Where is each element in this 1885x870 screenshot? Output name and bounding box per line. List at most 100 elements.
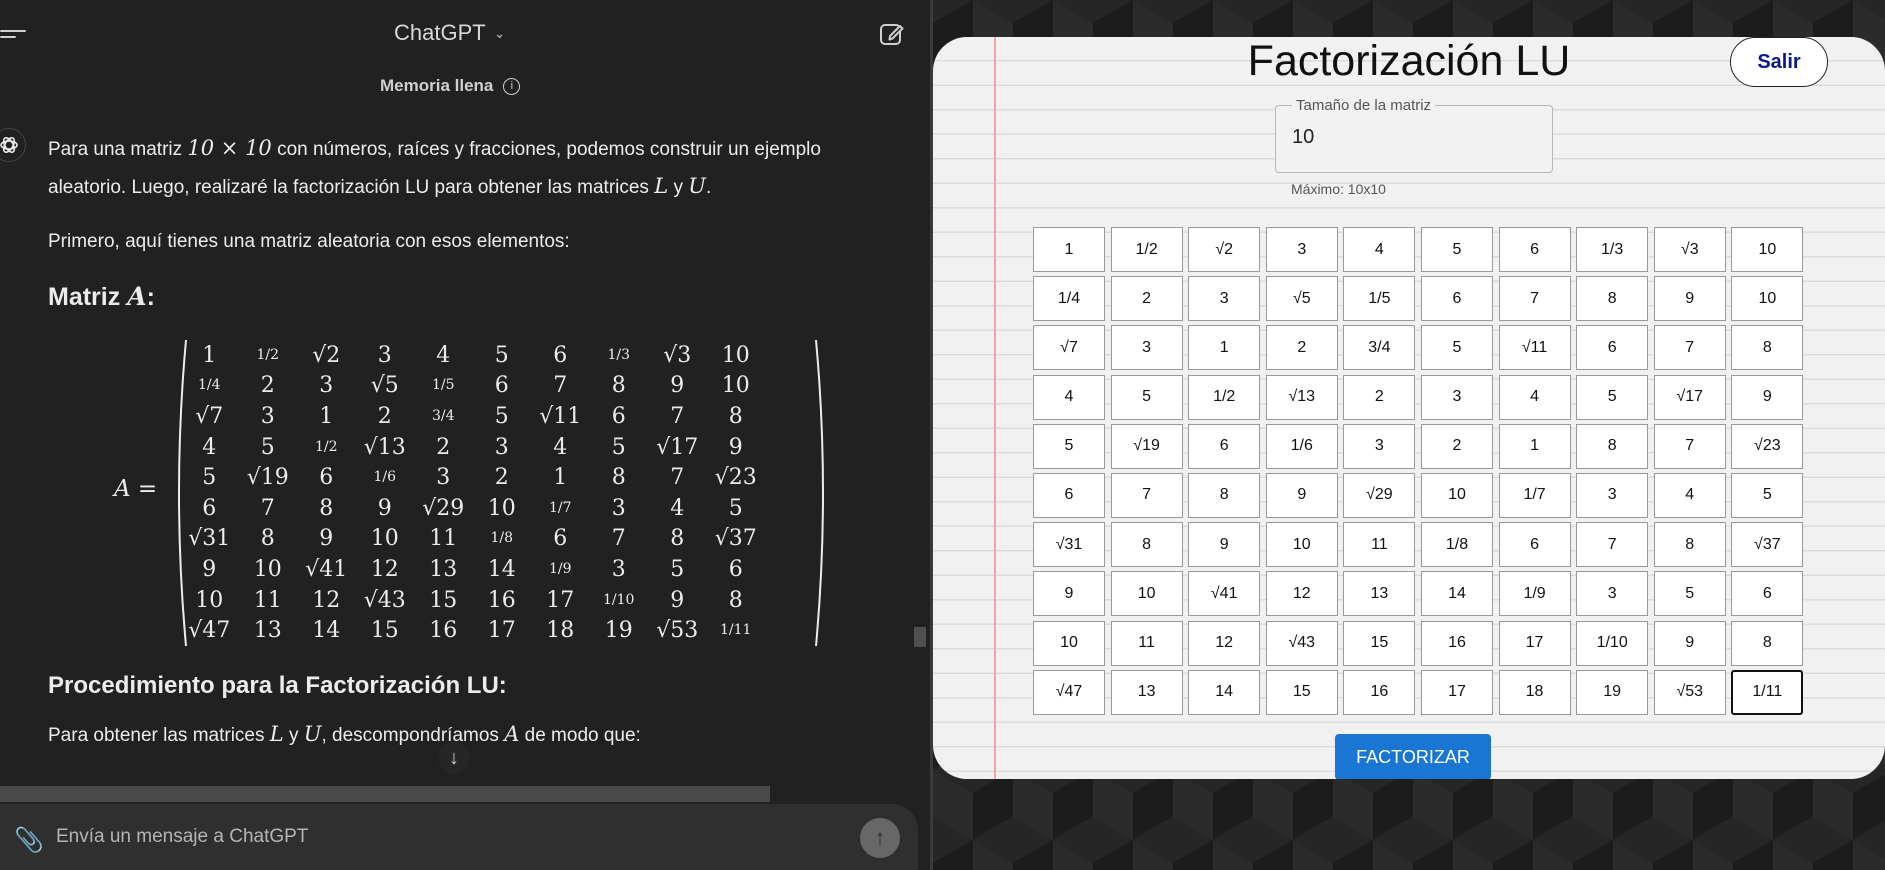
matrix-input-cell[interactable]: 6 xyxy=(1576,325,1649,371)
matrix-input-cell[interactable]: 3 xyxy=(1110,325,1183,371)
matrix-input-cell[interactable]: √29 xyxy=(1343,472,1416,518)
matrix-input-cell[interactable]: 13 xyxy=(1343,571,1416,617)
matrix-input-cell[interactable]: 4 xyxy=(1498,374,1571,420)
matrix-input-cell[interactable]: 19 xyxy=(1576,669,1649,715)
matrix-input-cell[interactable]: 7 xyxy=(1653,325,1726,371)
matrix-input-cell[interactable]: 5 xyxy=(1110,374,1183,420)
matrix-input-cell[interactable]: 9 xyxy=(1265,472,1338,518)
matrix-input-cell[interactable]: 4 xyxy=(1653,472,1726,518)
matrix-input-cell[interactable]: 1/7 xyxy=(1498,472,1571,518)
matrix-input-cell[interactable]: 3 xyxy=(1188,276,1261,322)
matrix-input-cell[interactable]: 16 xyxy=(1420,620,1493,666)
matrix-input-cell[interactable]: 10 xyxy=(1731,227,1804,272)
matrix-input-cell[interactable]: 10 xyxy=(1033,620,1105,666)
matrix-input-cell[interactable]: 1/4 xyxy=(1033,276,1105,322)
matrix-input-cell[interactable]: 9 xyxy=(1653,620,1726,666)
matrix-input-cell[interactable]: 15 xyxy=(1265,669,1338,715)
matrix-input-cell[interactable]: 7 xyxy=(1110,472,1183,518)
matrix-input-cell[interactable]: 2 xyxy=(1420,423,1493,469)
matrix-input-cell[interactable]: 3 xyxy=(1343,423,1416,469)
factorize-button[interactable]: FACTORIZAR xyxy=(1335,734,1491,779)
matrix-input-cell[interactable]: 7 xyxy=(1498,276,1571,322)
matrix-input-cell[interactable]: √43 xyxy=(1265,620,1338,666)
matrix-input-cell[interactable]: 1 xyxy=(1188,325,1261,371)
matrix-input-cell[interactable]: 8 xyxy=(1576,423,1649,469)
matrix-input-cell[interactable]: 1/6 xyxy=(1265,423,1338,469)
matrix-input-cell[interactable]: 6 xyxy=(1420,276,1493,322)
scroll-down-button[interactable]: ↓ xyxy=(438,742,470,774)
matrix-input-cell[interactable]: 10 xyxy=(1731,276,1804,322)
matrix-input-cell[interactable]: 8 xyxy=(1731,620,1804,666)
matrix-input-cell[interactable]: 1/8 xyxy=(1420,522,1493,568)
matrix-input-cell[interactable]: 1/11 xyxy=(1731,669,1804,715)
matrix-input-cell[interactable]: 8 xyxy=(1188,472,1261,518)
matrix-input-cell[interactable]: 8 xyxy=(1110,522,1183,568)
matrix-input-cell[interactable]: 2 xyxy=(1343,374,1416,420)
matrix-input-cell[interactable]: 7 xyxy=(1653,423,1726,469)
matrix-input-cell[interactable]: 1/2 xyxy=(1188,374,1261,420)
matrix-input-cell[interactable]: 6 xyxy=(1498,227,1571,272)
matrix-input-cell[interactable]: √41 xyxy=(1188,571,1261,617)
message-input[interactable]: Envía un mensaje a ChatGPT xyxy=(56,826,308,848)
matrix-input-cell[interactable]: √7 xyxy=(1033,325,1105,371)
matrix-input-cell[interactable]: 1/5 xyxy=(1343,276,1416,322)
matrix-input-cell[interactable]: 5 xyxy=(1576,374,1649,420)
matrix-input-cell[interactable]: √3 xyxy=(1653,227,1726,272)
matrix-input-cell[interactable]: 16 xyxy=(1343,669,1416,715)
matrix-input-cell[interactable]: 1 xyxy=(1033,227,1105,272)
matrix-input-cell[interactable]: 3 xyxy=(1576,571,1649,617)
matrix-input-cell[interactable]: 5 xyxy=(1731,472,1804,518)
matrix-input-cell[interactable]: √23 xyxy=(1731,423,1804,469)
matrix-input-cell[interactable]: 9 xyxy=(1033,571,1105,617)
matrix-input-cell[interactable]: 6 xyxy=(1033,472,1105,518)
matrix-size-field[interactable]: Tamaño de la matriz 10 xyxy=(1275,97,1553,173)
matrix-input-cell[interactable]: 2 xyxy=(1265,325,1338,371)
attach-icon[interactable]: 📎 xyxy=(14,826,44,855)
horizontal-scrollbar[interactable] xyxy=(0,786,770,802)
matrix-input-cell[interactable]: 15 xyxy=(1343,620,1416,666)
matrix-input-cell[interactable]: √17 xyxy=(1653,374,1726,420)
matrix-input-cell[interactable]: 8 xyxy=(1731,325,1804,371)
matrix-input-cell[interactable]: 3 xyxy=(1265,227,1338,272)
matrix-input-cell[interactable]: 10 xyxy=(1265,522,1338,568)
matrix-input-cell[interactable]: 5 xyxy=(1420,227,1493,272)
matrix-input-cell[interactable]: 7 xyxy=(1576,522,1649,568)
matrix-input-cell[interactable]: 1/9 xyxy=(1498,571,1571,617)
matrix-input-cell[interactable]: 4 xyxy=(1033,374,1105,420)
vertical-scrollbar[interactable] xyxy=(913,100,927,780)
matrix-input-cell[interactable]: 2 xyxy=(1110,276,1183,322)
matrix-input-cell[interactable]: 9 xyxy=(1188,522,1261,568)
matrix-input-cell[interactable]: 11 xyxy=(1343,522,1416,568)
matrix-input-cell[interactable]: 5 xyxy=(1033,423,1105,469)
matrix-input-cell[interactable]: 1/2 xyxy=(1110,227,1183,272)
matrix-input-cell[interactable]: 5 xyxy=(1653,571,1726,617)
matrix-input-cell[interactable]: 3 xyxy=(1420,374,1493,420)
matrix-input-cell[interactable]: √19 xyxy=(1110,423,1183,469)
matrix-input-cell[interactable]: 17 xyxy=(1498,620,1571,666)
matrix-input-cell[interactable]: 12 xyxy=(1265,571,1338,617)
new-chat-icon[interactable] xyxy=(878,20,906,48)
matrix-input-cell[interactable]: √37 xyxy=(1731,522,1804,568)
matrix-size-input[interactable]: 10 xyxy=(1292,126,1536,149)
matrix-input-cell[interactable]: √53 xyxy=(1653,669,1726,715)
matrix-input-cell[interactable]: 6 xyxy=(1188,423,1261,469)
matrix-input-cell[interactable]: 8 xyxy=(1653,522,1726,568)
matrix-input-cell[interactable]: 1/10 xyxy=(1576,620,1649,666)
matrix-input-cell[interactable]: 17 xyxy=(1420,669,1493,715)
matrix-input-cell[interactable]: 14 xyxy=(1188,669,1261,715)
matrix-input-cell[interactable]: 18 xyxy=(1498,669,1571,715)
matrix-input-cell[interactable]: √31 xyxy=(1033,522,1105,568)
matrix-input-cell[interactable]: 8 xyxy=(1576,276,1649,322)
sidebar-toggle-icon[interactable] xyxy=(0,26,26,46)
send-button[interactable]: ↑ xyxy=(860,818,900,858)
matrix-input-cell[interactable]: √2 xyxy=(1188,227,1261,272)
matrix-input-cell[interactable]: 3/4 xyxy=(1343,325,1416,371)
matrix-input-cell[interactable]: 5 xyxy=(1420,325,1493,371)
model-selector[interactable]: ChatGPT ⌄ xyxy=(394,20,505,46)
matrix-input-cell[interactable]: √11 xyxy=(1498,325,1571,371)
matrix-input-cell[interactable]: 9 xyxy=(1653,276,1726,322)
matrix-input-cell[interactable]: 1 xyxy=(1498,423,1571,469)
matrix-input-cell[interactable]: 9 xyxy=(1731,374,1804,420)
info-icon[interactable]: i xyxy=(503,77,521,95)
matrix-input-cell[interactable]: √13 xyxy=(1265,374,1338,420)
